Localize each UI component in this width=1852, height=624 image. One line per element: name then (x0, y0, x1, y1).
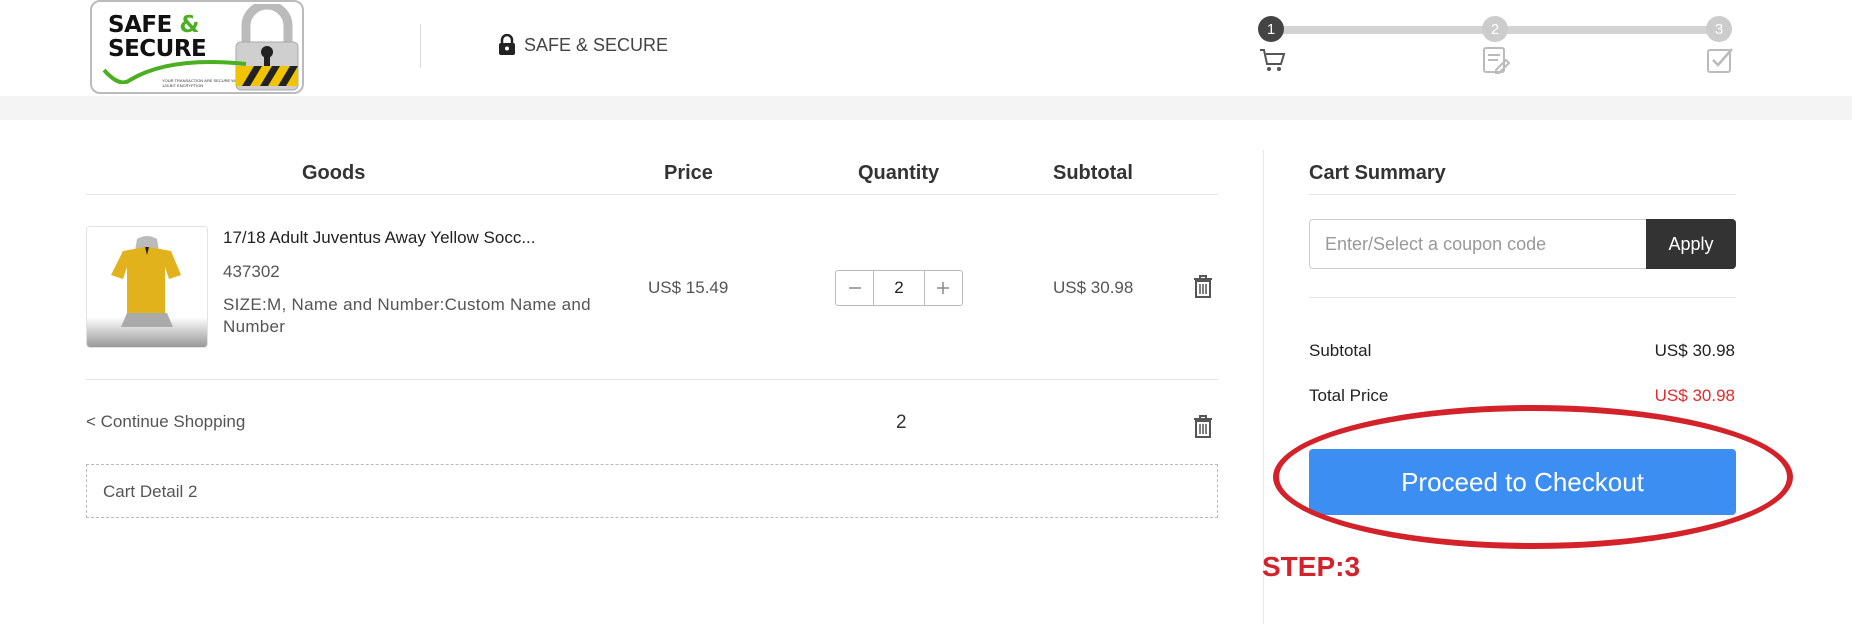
cart-detail-box: Cart Detail 2 (86, 464, 1218, 518)
plus-icon (937, 282, 950, 294)
quantity-stepper: 2 (835, 270, 963, 306)
safe-secure-badge: SAFE & SECURE (498, 34, 668, 56)
continue-shopping-link[interactable]: < Continue Shopping (86, 412, 245, 432)
decrease-quantity-button[interactable] (836, 271, 873, 305)
jersey-image (87, 227, 207, 347)
coupon-code-input[interactable]: Enter/Select a coupon code (1309, 219, 1647, 269)
column-header-price: Price (664, 162, 713, 184)
increase-quantity-button[interactable] (925, 271, 962, 305)
delete-item-trash-icon[interactable] (1193, 274, 1213, 298)
total-price-label: Total Price (1309, 386, 1389, 405)
product-sku: 437302 (223, 262, 280, 281)
step-2-indicator: 2 (1482, 16, 1508, 42)
cart-icon (1260, 49, 1286, 71)
quantity-input[interactable]: 2 (873, 271, 925, 305)
step-1-indicator: 1 (1258, 16, 1284, 42)
total-price-value: US$ 30.98 (1654, 386, 1735, 405)
checkmark-swoosh-icon (102, 60, 247, 84)
cart-summary-title: Cart Summary (1309, 162, 1446, 184)
product-thumbnail[interactable] (86, 226, 208, 348)
product-name-link[interactable]: 17/18 Adult Juventus Away Yellow Socc... (223, 228, 536, 248)
step-progress-line-2 (1496, 26, 1720, 34)
apply-coupon-button[interactable]: Apply (1646, 219, 1736, 269)
step-progress-line-1 (1272, 26, 1496, 34)
coupon-divider (1309, 297, 1736, 298)
item-subtotal: US$ 30.98 (1053, 278, 1134, 297)
column-header-goods: Goods (302, 162, 366, 184)
edit-form-icon (1483, 47, 1510, 74)
subtotal-value: US$ 30.98 (1654, 341, 1735, 360)
logo-text-line1: SAFE (108, 12, 172, 38)
table-header-divider (86, 194, 1218, 195)
unit-price: US$ 15.49 (648, 278, 729, 297)
clear-cart-trash-icon[interactable] (1193, 414, 1213, 438)
highlight-ellipse-annotation (1273, 405, 1793, 549)
checkbox-icon (1707, 48, 1733, 73)
total-quantity: 2 (896, 412, 907, 433)
product-options: SIZE:M, Name and Number:Custom Name and … (223, 295, 591, 336)
safe-secure-label: SAFE & SECURE (524, 34, 669, 55)
subtotal-label: Subtotal (1309, 341, 1372, 360)
summary-title-divider (1309, 194, 1736, 195)
minus-icon (848, 287, 861, 289)
cart-detail-label: Cart Detail 2 (103, 482, 198, 501)
step-annotation: STEP:3 (1262, 551, 1361, 582)
column-header-subtotal: Subtotal (1053, 162, 1133, 184)
step-3-indicator: 3 (1706, 16, 1732, 42)
row-divider (86, 379, 1218, 380)
header-separator-band (0, 96, 1852, 120)
column-header-quantity: Quantity (858, 162, 940, 184)
logo-ampersand: & (179, 12, 199, 38)
lock-icon (499, 34, 515, 55)
safe-secure-logo: SAFE & SECURE YOUR TRANSACTION ARE SECUR… (90, 0, 304, 94)
header-divider (420, 24, 421, 68)
